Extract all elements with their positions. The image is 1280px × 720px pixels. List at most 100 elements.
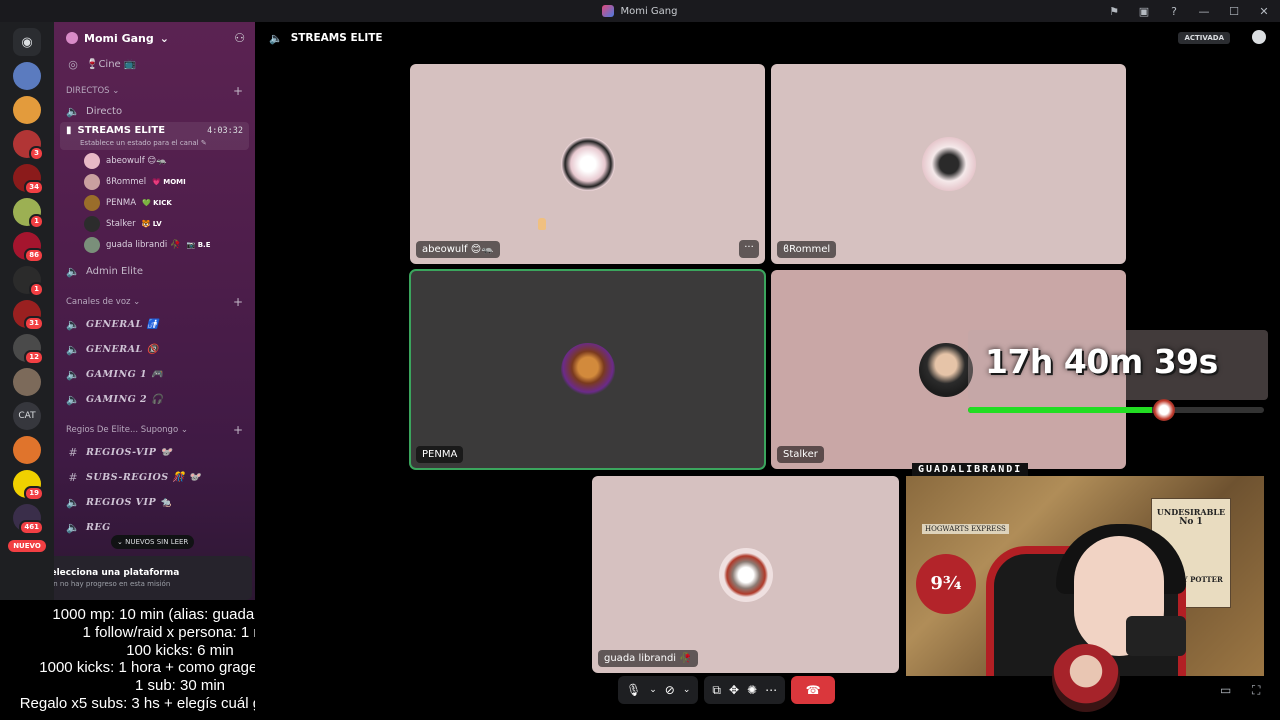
channel-sidebar: Momi Gang ⌄ ⚇ ◎ 🍷Cine 📺 DIRECTOS ⌄ + 🔈 D… (54, 22, 255, 600)
voice-user[interactable]: PENMA 💚 KICK (54, 192, 255, 213)
unread-badge: 12 (24, 350, 44, 365)
server-icon[interactable]: 31 (13, 300, 44, 331)
channel-streams-elite[interactable]: ▮ STREAMS ELITE 4:03:32 Establece un est… (60, 122, 249, 150)
chevron-down-icon: ⌄ (130, 297, 141, 307)
new-badge[interactable]: NUEVO (8, 540, 46, 552)
voice-user[interactable]: Stalker 🐯 LV (54, 213, 255, 234)
mic-control[interactable]: 🎙 ⌄ ⊘ ⌄ (618, 676, 699, 704)
countdown-progress-fill (968, 407, 1152, 413)
channel-general-2[interactable]: 🔈 GENERAL 🔞 (54, 337, 255, 362)
soundboard-icon[interactable]: ✺ (747, 683, 757, 697)
new-unread-pill[interactable]: ⌄ NUEVOS SIN LEER (111, 535, 195, 549)
channel-subs-regios[interactable]: # SUBS-REGIOS 🎊 🐭 (54, 465, 255, 490)
activity-controls[interactable]: ⧉ ✥ ✺ ⋯ (704, 676, 786, 704)
channel-directo[interactable]: 🔈 Directo (54, 101, 255, 122)
category-voice[interactable]: Canales de voz ⌄ + (54, 292, 255, 312)
server-icon[interactable]: 34 (13, 164, 44, 195)
avatar (919, 342, 973, 397)
channel-label: Directo (86, 106, 123, 117)
server-icon[interactable]: 1 (13, 266, 44, 297)
server-name: Momi Gang (84, 31, 154, 45)
voice-user[interactable]: guada librandi 🥀 📷 B.E (54, 234, 255, 255)
category-regios[interactable]: Regios De Elite... Supongo ⌄ + (54, 420, 255, 440)
channel-title: STREAMS ELITE (290, 32, 383, 44)
category-directos[interactable]: DIRECTOS ⌄ + (54, 81, 255, 101)
channel-label: STREAMS ELITE (77, 125, 166, 136)
inbox-flag-icon[interactable]: ⚑ (1106, 3, 1122, 19)
mission-panel[interactable]: ◈ Selecciona una plataforma Aún no hay p… (54, 556, 252, 600)
avatar (84, 152, 100, 169)
participant-name: abeowulf 😊🦡 (416, 241, 500, 258)
speaker-icon: 🔈 (66, 496, 80, 509)
chevron-down-icon: ⌄ (178, 425, 188, 435)
chevron-down-icon: ⌄ (109, 86, 120, 96)
channel-admin-elite[interactable]: 🔈 Admin Elite (54, 261, 255, 282)
screen-share-icon[interactable]: ⧉ (712, 683, 721, 698)
discord-home-icon[interactable]: ◉ (13, 28, 41, 56)
maximize-icon[interactable]: ☐ (1226, 3, 1242, 19)
channel-status[interactable]: Establece un estado para el canal ✎ (80, 139, 243, 147)
window-title: Momi Gang (602, 5, 678, 17)
title-bar: Momi Gang ⚑ ▣ ? — ☐ ✕ (0, 0, 1280, 22)
channel-label: 🍷Cine 📺 (86, 59, 137, 70)
help-icon[interactable]: ? (1166, 3, 1182, 19)
close-icon[interactable]: ✕ (1256, 3, 1272, 19)
more-icon[interactable]: ⋯ (765, 683, 777, 697)
chat-icon[interactable] (1252, 30, 1266, 44)
add-channel-icon[interactable]: + (233, 423, 243, 437)
avatar (84, 194, 100, 211)
voice-user[interactable]: ϐRommel 💗 MOMI (54, 171, 255, 192)
more-options-button[interactable]: ··· (739, 240, 759, 258)
server-icon (602, 5, 615, 17)
channel-header: 🔈 STREAMS ELITE (255, 22, 1280, 54)
activity-badge[interactable]: ACTIVADA (1178, 32, 1230, 44)
video-tile[interactable]: ϐRommel (771, 64, 1126, 264)
server-icon[interactable] (13, 436, 41, 464)
channel-gaming-1[interactable]: 🔈 GAMING 1 🎮 (54, 362, 255, 387)
server-folder-icon[interactable]: 461 (13, 504, 44, 535)
inbox-icon[interactable]: ▣ (1136, 3, 1152, 19)
add-channel-icon[interactable]: + (233, 84, 243, 98)
chevron-down-icon[interactable]: ⌄ (683, 685, 691, 695)
unread-badge: 34 (24, 180, 44, 195)
invite-people-icon[interactable]: ⚇ (234, 31, 245, 45)
channel-label: Admin Elite (86, 266, 143, 277)
chevron-down-icon[interactable]: ⌄ (649, 685, 657, 695)
server-icon[interactable]: 19 (13, 470, 44, 501)
unread-badge: 19 (24, 486, 44, 501)
popout-icon[interactable]: ▭ (1220, 683, 1231, 697)
fullscreen-icon[interactable]: ⛶ (1252, 683, 1260, 698)
speaker-icon: 🔈 (269, 31, 283, 45)
camera-off-icon[interactable]: ⊘ (665, 683, 675, 697)
server-cat[interactable]: CAT (13, 402, 41, 430)
server-icon[interactable]: 86 (13, 232, 44, 263)
video-tile[interactable]: PENMA (409, 269, 766, 470)
server-icon[interactable]: 3 (13, 130, 44, 161)
chevron-down-icon: ⌄ (117, 538, 126, 546)
server-icon[interactable]: 12 (13, 334, 44, 365)
server-icon[interactable] (13, 368, 41, 396)
speaker-icon: 🔈 (66, 265, 80, 278)
video-tile[interactable]: abeowulf 😊🦡 ··· (410, 64, 765, 264)
unread-badge: 31 (24, 316, 44, 331)
add-channel-icon[interactable]: + (233, 295, 243, 309)
disconnect-button[interactable]: ☎ (791, 676, 836, 704)
voice-user[interactable]: abeowulf 😊🦡 (54, 150, 255, 171)
speaker-icon: 🔈 (66, 393, 80, 406)
channel-gaming-2[interactable]: 🔈 GAMING 2 🎧 (54, 387, 255, 412)
microphone-icon[interactable]: 🎙 (626, 683, 641, 697)
activities-icon[interactable]: ✥ (729, 683, 739, 697)
minimize-icon[interactable]: — (1196, 3, 1212, 19)
server-header[interactable]: Momi Gang ⌄ ⚇ (54, 22, 255, 54)
hash-icon: # (68, 446, 78, 459)
video-tile[interactable]: guada librandi 🥀 (592, 476, 899, 673)
channel-general-1[interactable]: 🔈 GENERAL 🚮 (54, 312, 255, 337)
channel-regios-vip[interactable]: # REGIOS-VIP 🐭 (54, 440, 255, 465)
avatar (921, 137, 976, 191)
channel-regios-vip-voice[interactable]: 🔈 REGIOS VIP 🐀 (54, 490, 255, 515)
server-icon[interactable]: 1 (13, 198, 44, 229)
server-icon[interactable] (13, 62, 41, 90)
server-icon[interactable] (13, 96, 41, 124)
channel-cine[interactable]: ◎ 🍷Cine 📺 (54, 54, 255, 75)
webcam-name: GUADALIBRANDI (912, 463, 1029, 476)
